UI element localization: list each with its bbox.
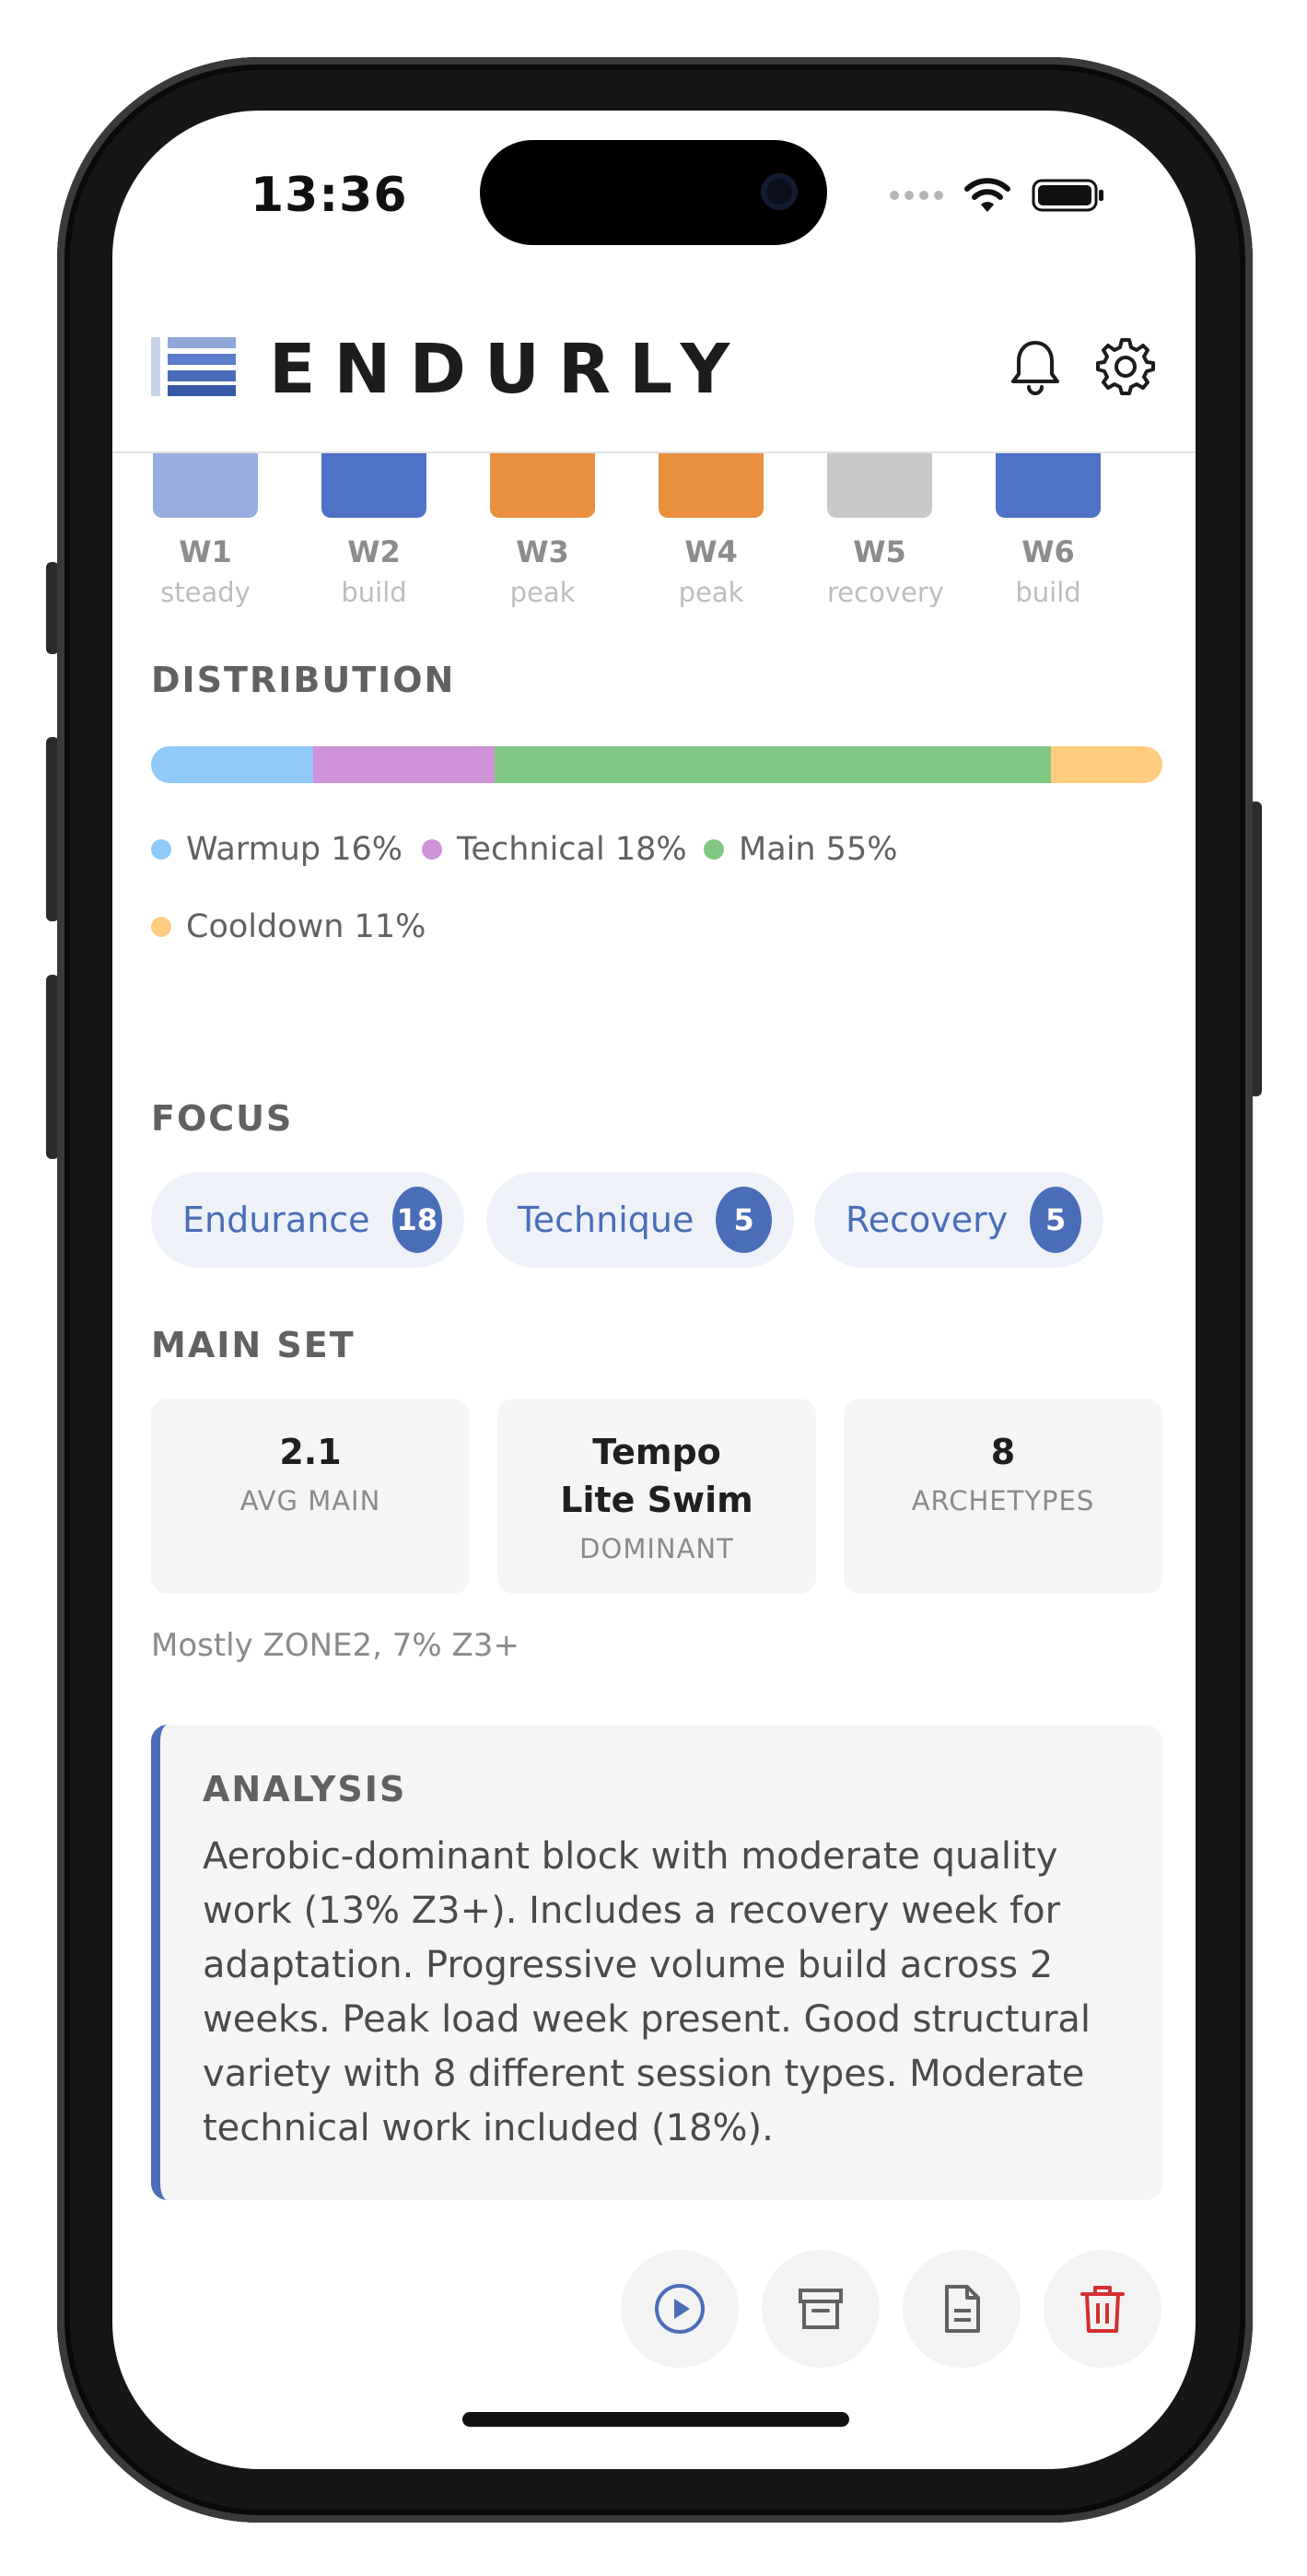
app-header: ENDURLY: [112, 295, 1196, 453]
brand-name: ENDURLY: [269, 330, 749, 409]
chip-count-badge: 5: [716, 1187, 772, 1253]
legend-main: Main 55%: [704, 831, 897, 868]
legend-dot: [151, 917, 171, 937]
bell-icon[interactable]: [1004, 335, 1067, 398]
stat-label: ARCHETYPES: [911, 1485, 1095, 1516]
week-item[interactable]: W1 steady: [153, 453, 258, 608]
week-item[interactable]: W2 build: [321, 453, 426, 608]
stat-archetypes: 8 ARCHETYPES: [844, 1399, 1162, 1594]
main-set-note: Mostly ZONE2, 7% Z3+: [151, 1627, 519, 1664]
week-phase: steady: [160, 577, 251, 608]
status-icons: [890, 177, 1105, 214]
week-label: W2: [347, 534, 401, 569]
distribution-bar: [151, 746, 1162, 783]
legend-label: Warmup 16%: [186, 831, 403, 868]
chip-label: Endurance: [182, 1200, 370, 1240]
legend-technical: Technical 18%: [422, 831, 687, 868]
week-label: W6: [1021, 534, 1075, 569]
week-bar: [659, 453, 764, 518]
legend-label: Cooldown 11%: [186, 908, 426, 945]
cellular-icon: [890, 191, 943, 200]
distribution-segment-main: [495, 746, 1052, 783]
logo-icon: [151, 337, 236, 396]
status-time: 13:36: [251, 168, 408, 223]
distribution-segment-warmup: [151, 746, 313, 783]
week-phase: peak: [678, 577, 744, 608]
stat-avg-main: 2.1 AVG MAIN: [151, 1399, 470, 1594]
trash-icon: [1080, 2286, 1125, 2333]
week-item[interactable]: W6 build: [996, 453, 1101, 608]
focus-chip-technique[interactable]: Technique 5: [486, 1172, 794, 1268]
week-label: W5: [853, 534, 906, 569]
week-label: W4: [684, 534, 738, 569]
week-phase: build: [1015, 577, 1081, 608]
main-set-title: MAIN SET: [151, 1325, 356, 1365]
play-button[interactable]: [621, 2250, 739, 2368]
analysis-body: Aerobic-dominant block with moderate qua…: [203, 1835, 1091, 2149]
week-bar: [153, 453, 258, 518]
archive-button[interactable]: [762, 2250, 880, 2368]
week-label: W3: [516, 534, 569, 569]
distribution-title: DISTRIBUTION: [151, 660, 456, 700]
focus-title: FOCUS: [151, 1098, 294, 1139]
stat-label: AVG MAIN: [239, 1485, 381, 1516]
legend-dot: [704, 839, 724, 860]
screen: 13:36 ENDURLY W1 steady W2 build W3 peak…: [112, 111, 1196, 2469]
archive-icon: [799, 2289, 843, 2329]
distribution-segment-cooldown: [1051, 746, 1162, 783]
legend-cooldown: Cooldown 11%: [151, 908, 426, 945]
stat-dominant: Tempo Lite Swim DOMINANT: [497, 1399, 816, 1594]
week-bar: [490, 453, 595, 518]
week-bar: [321, 453, 426, 518]
stat-label: DOMINANT: [579, 1533, 734, 1564]
week-item[interactable]: W3 peak: [490, 453, 595, 608]
analysis-card: ANALYSIS Aerobic-dominant block with mod…: [151, 1725, 1162, 2200]
stat-value: 2.1: [279, 1432, 342, 1472]
chip-count-badge: 18: [391, 1187, 442, 1253]
week-label: W1: [179, 534, 232, 569]
home-indicator[interactable]: [462, 2412, 849, 2427]
focus-chip-recovery[interactable]: Recovery 5: [814, 1172, 1103, 1268]
dynamic-island: [480, 140, 827, 245]
legend-warmup: Warmup 16%: [151, 831, 403, 868]
stat-value: 8: [990, 1432, 1016, 1472]
play-icon: [655, 2284, 705, 2334]
week-bar: [827, 453, 932, 518]
analysis-title: ANALYSIS: [203, 1769, 407, 1809]
stat-value: Tempo Lite Swim: [560, 1432, 753, 1520]
camera-icon: [761, 173, 798, 210]
legend-dot: [422, 839, 442, 860]
week-bar: [996, 453, 1101, 518]
document-button[interactable]: [903, 2250, 1021, 2368]
week-item[interactable]: W4 peak: [659, 453, 764, 608]
week-phase: peak: [509, 577, 576, 608]
legend-label: Technical 18%: [457, 831, 687, 868]
week-item[interactable]: W5 recovery: [827, 453, 944, 608]
focus-chip-endurance[interactable]: Endurance 18: [151, 1172, 464, 1268]
battery-icon: [1032, 179, 1103, 212]
wifi-icon: [964, 178, 1010, 212]
distribution-segment-technical: [312, 746, 496, 783]
legend-dot: [151, 839, 171, 860]
gear-icon[interactable]: [1094, 335, 1157, 398]
chip-label: Recovery: [846, 1200, 1009, 1240]
chip-count-badge: 5: [1030, 1187, 1081, 1253]
chip-label: Technique: [518, 1200, 694, 1240]
week-strip: W1 steady W2 build W3 peak W4 peak W5 re…: [153, 453, 1164, 638]
document-icon: [945, 2285, 980, 2333]
delete-button[interactable]: [1044, 2250, 1161, 2368]
week-phase: recovery: [827, 577, 944, 608]
week-phase: build: [341, 577, 407, 608]
legend-label: Main 55%: [739, 831, 898, 868]
